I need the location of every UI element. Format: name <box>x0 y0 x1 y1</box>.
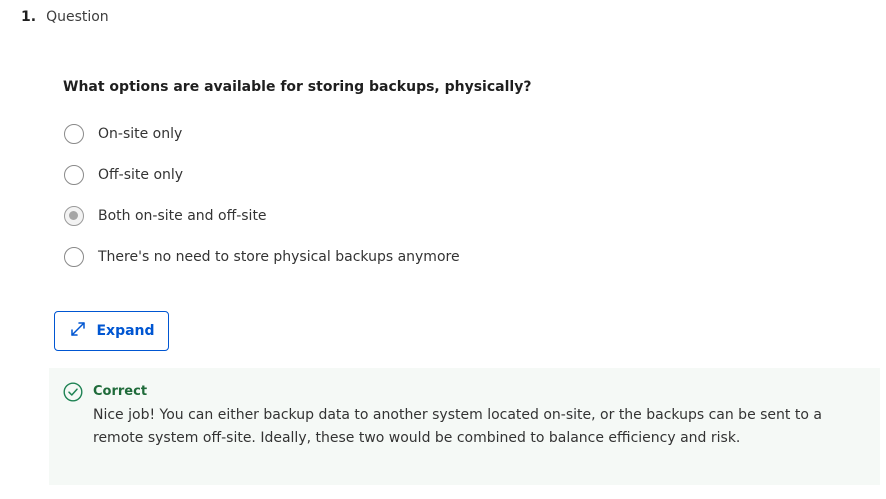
quiz-page: 1. Question What options are available f… <box>0 0 886 499</box>
question-label: Question <box>46 9 109 25</box>
option-label: Both on-site and off-site <box>98 207 267 224</box>
radio-button[interactable] <box>64 164 84 185</box>
expand-button[interactable]: Expand <box>54 311 169 351</box>
feedback-message: Nice job! You can either backup data to … <box>93 407 822 446</box>
option-label: There's no need to store physical backup… <box>98 248 460 265</box>
question-header: 1. Question <box>21 9 109 25</box>
answer-options: On-site only Off-site only Both on-site … <box>64 113 460 277</box>
option-label: On-site only <box>98 125 183 142</box>
question-prompt: What options are available for storing b… <box>63 79 532 95</box>
feedback-status: Correct <box>93 384 148 399</box>
option-on-site-only[interactable]: On-site only <box>64 113 460 154</box>
check-circle-icon <box>63 382 83 402</box>
option-off-site-only[interactable]: Off-site only <box>64 154 460 195</box>
expand-button-label: Expand <box>96 323 155 339</box>
question-number: 1. <box>21 9 37 25</box>
expand-arrows-icon <box>68 319 88 343</box>
option-label: Off-site only <box>98 166 184 183</box>
option-both[interactable]: Both on-site and off-site <box>64 195 460 236</box>
radio-button-selected[interactable] <box>64 205 84 226</box>
option-no-need[interactable]: There's no need to store physical backup… <box>64 236 460 277</box>
radio-button[interactable] <box>64 123 84 144</box>
feedback-panel: Correct Nice job! You can either backup … <box>49 368 880 485</box>
radio-button[interactable] <box>64 246 84 267</box>
